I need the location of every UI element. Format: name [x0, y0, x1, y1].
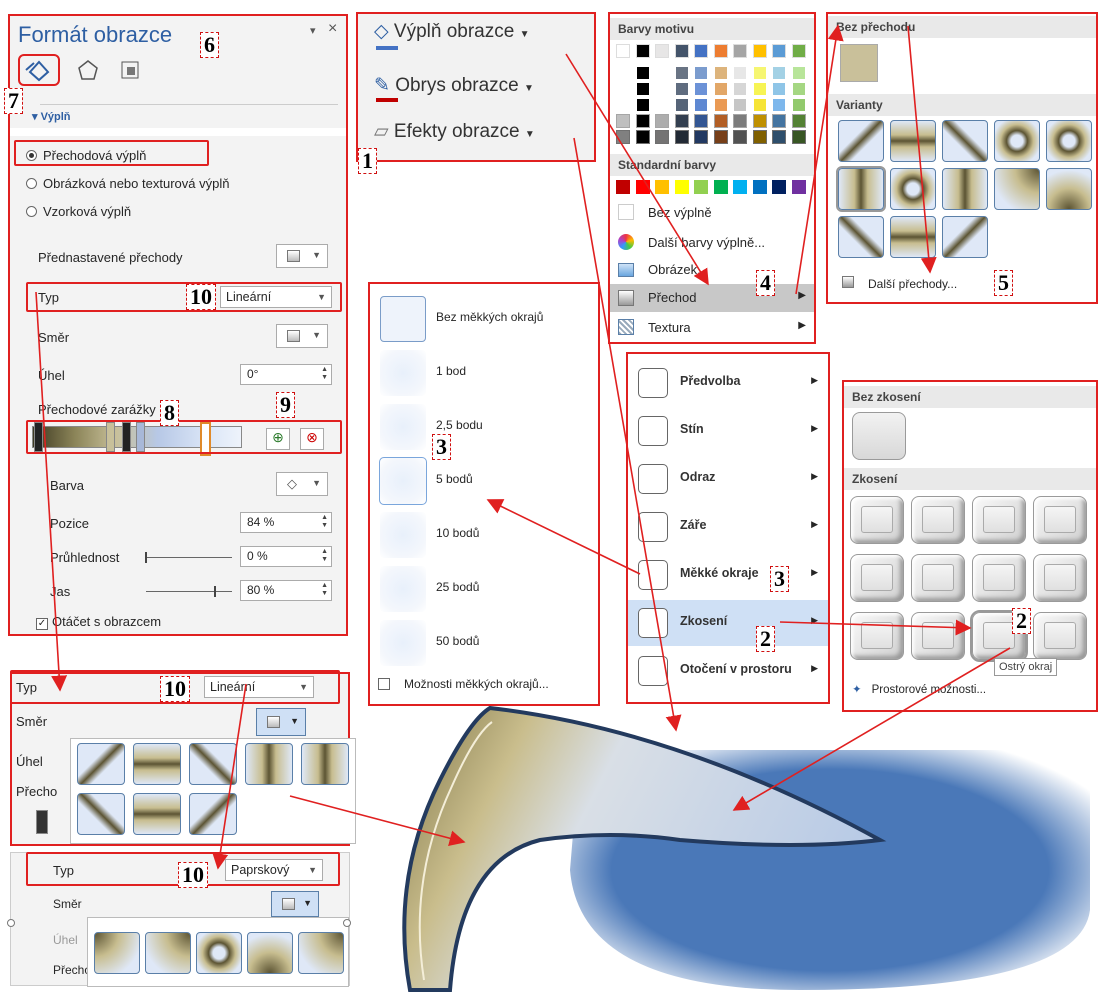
annotation-arrows [35, 24, 1011, 870]
